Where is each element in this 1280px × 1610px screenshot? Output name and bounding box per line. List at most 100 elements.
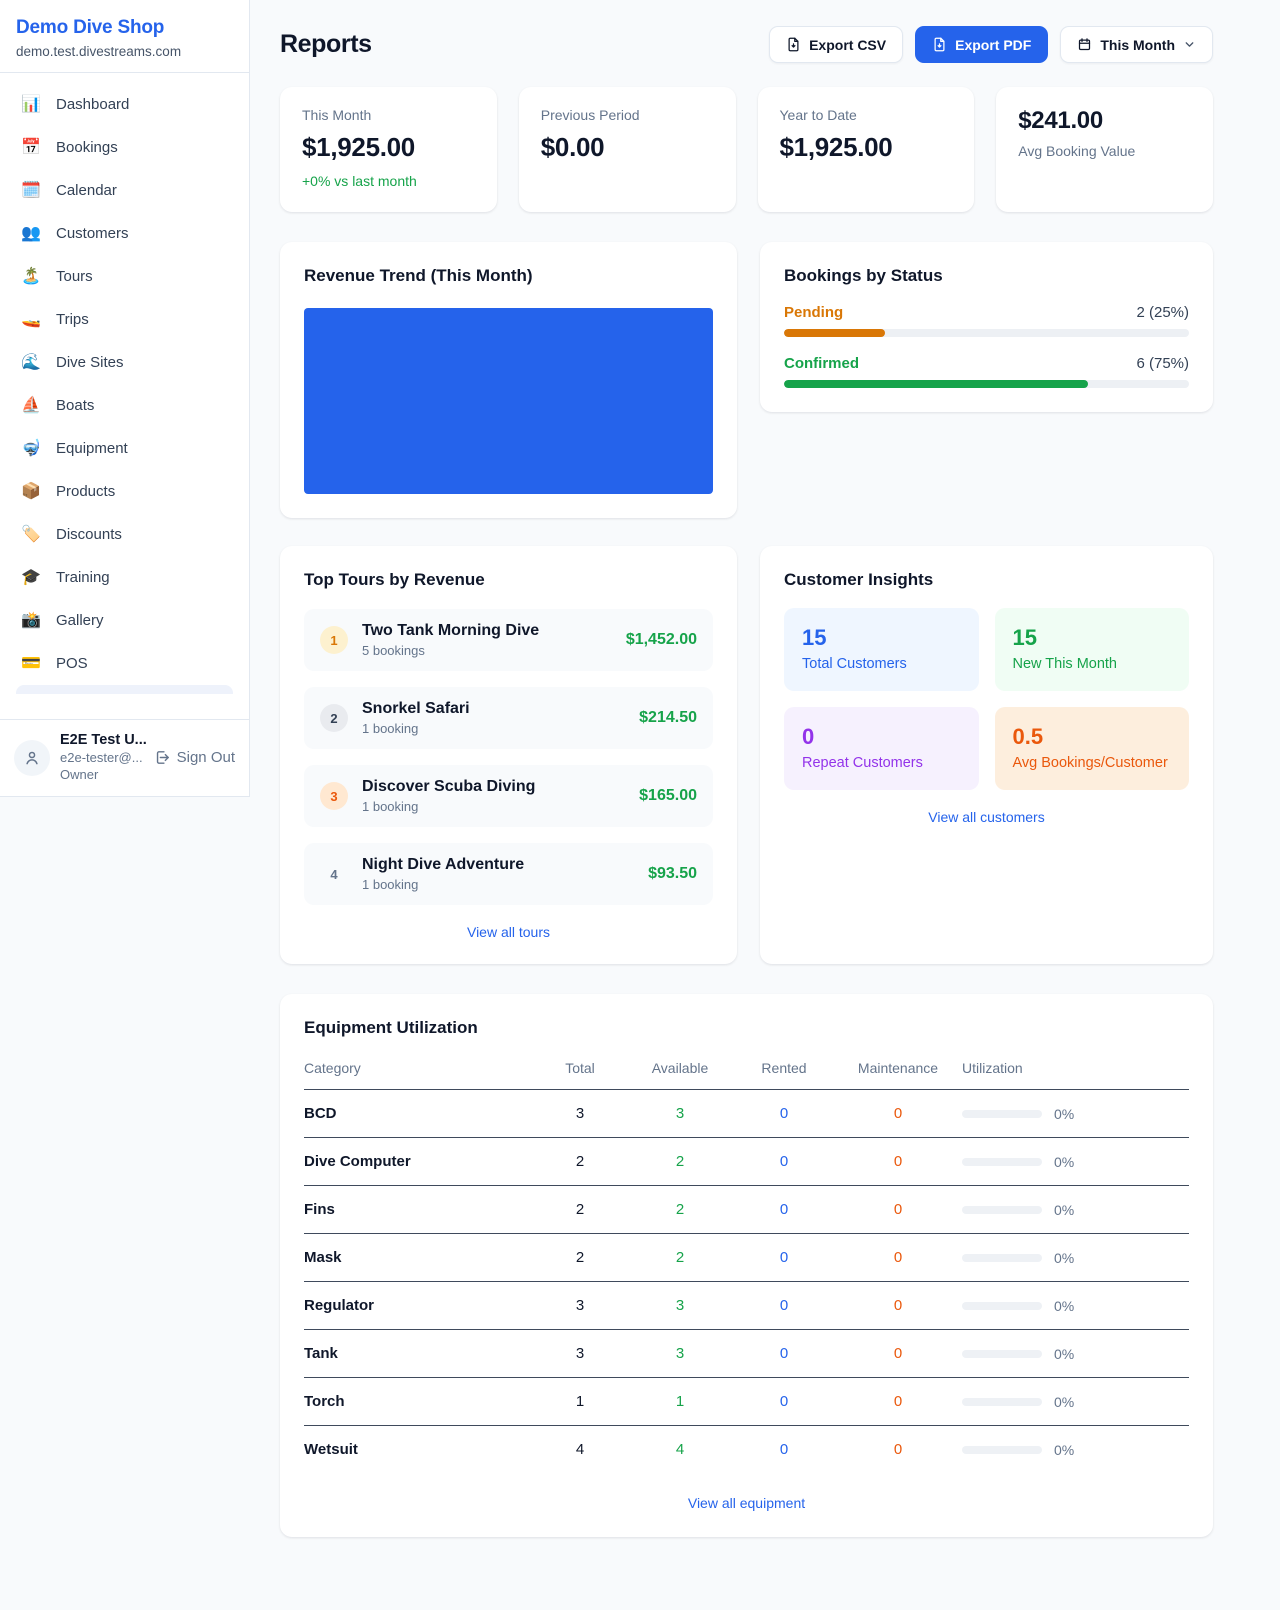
revenue-trend-chart [304,308,713,494]
period-dropdown[interactable]: This Month [1060,26,1213,63]
col-category: Category [304,1050,534,1090]
sidebar-item-calendar[interactable]: 🗓️Calendar [8,169,241,212]
bookings-by-status-title: Bookings by Status [784,266,1189,286]
sidebar-item-label: Training [56,569,110,586]
sidebar-item-label: Products [56,483,115,500]
camera-icon: 📸 [20,613,42,629]
view-all-tours-link[interactable]: View all tours [304,924,713,940]
sidebar-item-dashboard[interactable]: 📊Dashboard [8,83,241,126]
table-header-row: Category Total Available Rented Maintena… [304,1050,1189,1090]
cell-rented: 0 [734,1090,834,1138]
tour-name: Night Dive Adventure [362,856,634,874]
sidebar-item-customers[interactable]: 👥Customers [8,212,241,255]
utilization-bar [962,1206,1042,1214]
sign-out-label: Sign Out [177,749,235,766]
sidebar-item-label: Calendar [56,182,117,199]
export-pdf-button[interactable]: Export PDF [915,26,1048,63]
rank-badge: 2 [320,704,348,732]
sidebar-item-boats[interactable]: ⛵Boats [8,384,241,427]
header-actions: Export CSV Export PDF This Month [769,26,1213,63]
sidebar-item-trips[interactable]: 🚤Trips [8,298,241,341]
stat-value: $1,925.00 [302,132,475,163]
table-row: Wetsuit 4 4 0 0 0% [304,1426,1189,1474]
sidebar-item-training[interactable]: 🎓Training [8,556,241,599]
table-row: Dive Computer 2 2 0 0 0% [304,1138,1189,1186]
status-bar-fill-confirmed [784,380,1088,388]
cell-utilization: 0% [962,1186,1189,1234]
cell-maintenance: 0 [834,1234,962,1282]
sidebar: Demo Dive Shop demo.test.divestreams.com… [0,0,250,797]
sidebar-item-products[interactable]: 📦Products [8,470,241,513]
page-title: Reports [280,30,372,59]
sidebar-item-dive-sites[interactable]: 🌊Dive Sites [8,341,241,384]
cell-utilization: 0% [962,1330,1189,1378]
col-maintenance: Maintenance [834,1050,962,1090]
user-email: e2e-tester@... [60,750,144,765]
cell-utilization: 0% [962,1426,1189,1474]
status-count-confirmed: 6 (75%) [1136,355,1189,372]
stat-card-avg-booking-value: $241.00 Avg Booking Value [996,87,1213,212]
sidebar-item-label: Tours [56,268,93,285]
sidebar-nav: 📊Dashboard 📅Bookings 🗓️Calendar 👥Custome… [0,73,249,694]
cell-available: 3 [626,1090,734,1138]
cell-category: Torch [304,1378,534,1426]
cell-available: 3 [626,1330,734,1378]
sidebar-item-label: POS [56,655,88,672]
tile-total-customers: 15 Total Customers [784,608,979,691]
cell-rented: 0 [734,1378,834,1426]
sidebar-item-gallery[interactable]: 📸Gallery [8,599,241,642]
sidebar-item-bookings[interactable]: 📅Bookings [8,126,241,169]
cell-maintenance: 0 [834,1282,962,1330]
cell-maintenance: 0 [834,1426,962,1474]
logout-icon [154,749,171,766]
tile-repeat-customers: 0 Repeat Customers [784,707,979,790]
status-row-pending: Pending 2 (25%) [784,304,1189,337]
main-content: Reports Export CSV Export PDF This Month… [250,0,1280,1537]
table-row: Tank 3 3 0 0 0% [304,1330,1189,1378]
sidebar-item-discounts[interactable]: 🏷️Discounts [8,513,241,556]
utilization-percent: 0% [1054,1154,1074,1170]
cell-category: Tank [304,1330,534,1378]
tile-label: Total Customers [802,656,961,672]
charts-row: Revenue Trend (This Month) Bookings by S… [280,242,1213,518]
sidebar-item-active-partial[interactable] [16,685,233,694]
sidebar-item-label: Customers [56,225,129,242]
cell-total: 3 [534,1330,626,1378]
cell-category: Fins [304,1186,534,1234]
cell-available: 3 [626,1282,734,1330]
cell-total: 2 [534,1138,626,1186]
export-csv-button[interactable]: Export CSV [769,26,903,63]
diving-mask-icon: 🤿 [20,441,42,457]
export-csv-label: Export CSV [809,37,886,53]
status-bar-fill-pending [784,329,885,337]
cell-available: 4 [626,1426,734,1474]
col-available: Available [626,1050,734,1090]
status-count-pending: 2 (25%) [1136,304,1189,321]
sidebar-item-equipment[interactable]: 🤿Equipment [8,427,241,470]
cell-total: 3 [534,1090,626,1138]
sidebar-item-tours[interactable]: 🏝️Tours [8,255,241,298]
tour-name: Discover Scuba Diving [362,778,625,796]
utilization-bar [962,1158,1042,1166]
view-all-equipment-link[interactable]: View all equipment [304,1495,1189,1511]
cell-maintenance: 0 [834,1090,962,1138]
sidebar-item-label: Discounts [56,526,122,543]
cell-maintenance: 0 [834,1186,962,1234]
view-all-customers-link[interactable]: View all customers [784,809,1189,825]
cell-category: Mask [304,1234,534,1282]
col-rented: Rented [734,1050,834,1090]
file-download-icon [932,37,947,52]
table-row: Fins 2 2 0 0 0% [304,1186,1189,1234]
tour-revenue: $165.00 [639,787,697,805]
sidebar-user-footer: E2E Test U... e2e-tester@... Owner Sign … [0,719,249,796]
sidebar-item-label: Boats [56,397,94,414]
sidebar-item-pos[interactable]: 💳POS [8,642,241,685]
stat-cards: This Month $1,925.00 +0% vs last month P… [280,87,1213,212]
sidebar-item-label: Dive Sites [56,354,124,371]
sign-out-button[interactable]: Sign Out [154,749,235,766]
stat-label: Year to Date [780,107,953,123]
stat-value: $241.00 [1018,107,1191,135]
utilization-percent: 0% [1054,1394,1074,1410]
utilization-percent: 0% [1054,1250,1074,1266]
stat-label: This Month [302,107,475,123]
